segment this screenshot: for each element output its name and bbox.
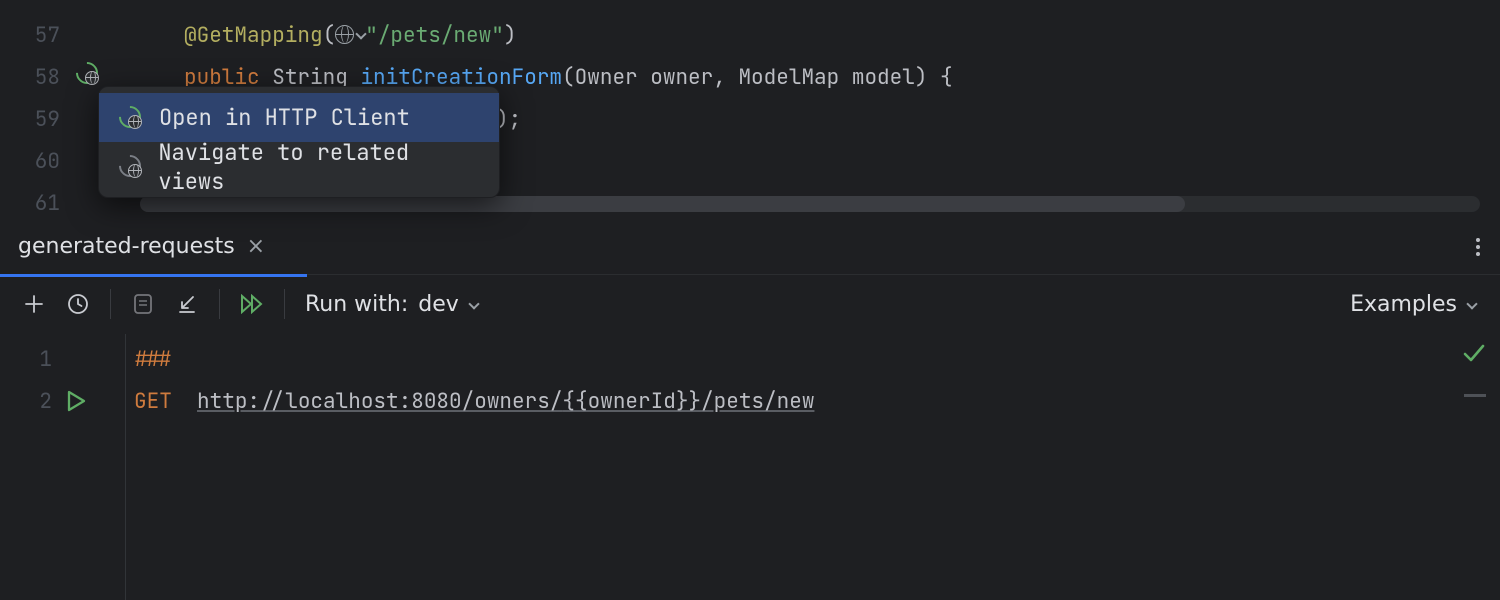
hash-marker: ### bbox=[134, 346, 172, 373]
line-number: 60 bbox=[0, 148, 60, 175]
line-number: 2 bbox=[0, 388, 52, 415]
string-literal: "/pets/new" bbox=[365, 22, 504, 49]
examples-label: Examples bbox=[1350, 292, 1457, 317]
punct: ( bbox=[323, 22, 336, 49]
http-request-line: GET http://localhost:8080/owners/{{owner… bbox=[134, 388, 814, 415]
tab-bar: generated-requests × bbox=[0, 218, 1500, 274]
history-button[interactable] bbox=[58, 284, 98, 324]
run-with-dropdown[interactable]: dev bbox=[418, 292, 478, 317]
code-line: @GetMapping( "/pets/new") bbox=[184, 22, 516, 49]
chevron-down-icon bbox=[468, 298, 479, 309]
examples-dropdown[interactable]: Examples bbox=[1350, 292, 1488, 317]
add-request-button[interactable] bbox=[14, 284, 54, 324]
gutter-popup: Open in HTTP Client Navigate to related … bbox=[98, 86, 500, 198]
url-variable: {{ownerId}} bbox=[562, 388, 701, 415]
globe-link-icon bbox=[119, 155, 142, 179]
chevron-down-icon bbox=[1466, 298, 1477, 309]
structure-button[interactable] bbox=[123, 284, 163, 324]
horizontal-scrollbar[interactable] bbox=[140, 196, 1480, 212]
line-number: 58 bbox=[0, 64, 60, 91]
tab-generated-requests[interactable]: generated-requests × bbox=[0, 219, 283, 274]
line-number: 59 bbox=[0, 106, 60, 133]
popup-item-label: Navigate to related views bbox=[158, 138, 479, 196]
top-code-editor: 57 58 59 60 61 @GetMapping("/pets/new") … bbox=[0, 0, 1500, 218]
http-separator-line: ### bbox=[134, 346, 172, 373]
bottom-gutter: 1 2 bbox=[0, 334, 126, 600]
http-gutter-icon[interactable] bbox=[76, 62, 100, 86]
run-line-button[interactable] bbox=[66, 390, 86, 412]
import-button[interactable] bbox=[167, 284, 207, 324]
line-number: 61 bbox=[0, 190, 60, 217]
kebab-menu-icon[interactable] bbox=[1476, 238, 1480, 256]
toolbar-divider bbox=[110, 289, 111, 319]
run-with-value: dev bbox=[418, 292, 459, 317]
tab-label: generated-requests bbox=[18, 234, 235, 259]
scrollbar-thumb[interactable] bbox=[140, 196, 1185, 212]
run-all-button[interactable] bbox=[232, 284, 272, 324]
popup-item-open-http-client[interactable]: Open in HTTP Client bbox=[99, 93, 499, 142]
http-url[interactable]: http://localhost:8080/owners/{{ownerId}}… bbox=[197, 388, 814, 415]
url-globe-icon[interactable] bbox=[335, 22, 365, 49]
url-part: http://localhost:8080/owners/ bbox=[197, 388, 562, 415]
popup-item-navigate-views[interactable]: Navigate to related views bbox=[99, 142, 499, 191]
tab-underline bbox=[0, 274, 307, 277]
inspection-ok-icon[interactable] bbox=[1462, 344, 1486, 364]
http-method: GET bbox=[134, 388, 172, 415]
http-editor: 1 2 ### GET http://localhost:8080/owners… bbox=[0, 334, 1500, 600]
url-part: /pets/new bbox=[701, 388, 814, 415]
popup-item-label: Open in HTTP Client bbox=[159, 103, 410, 132]
params: (Owner owner, ModelMap model) { bbox=[562, 64, 953, 91]
close-icon[interactable]: × bbox=[247, 234, 265, 259]
minimap-mark bbox=[1464, 394, 1486, 397]
globe-run-icon bbox=[119, 106, 143, 130]
toolbar-divider bbox=[219, 289, 220, 319]
line-number: 57 bbox=[0, 22, 60, 49]
punct: ) bbox=[504, 22, 517, 49]
line-number: 1 bbox=[0, 346, 52, 373]
http-toolbar: Run with: dev Examples bbox=[0, 274, 1500, 334]
toolbar-divider bbox=[284, 289, 285, 319]
annotation-text: @GetMapping bbox=[184, 22, 323, 49]
run-with-label: Run with: bbox=[305, 292, 408, 317]
